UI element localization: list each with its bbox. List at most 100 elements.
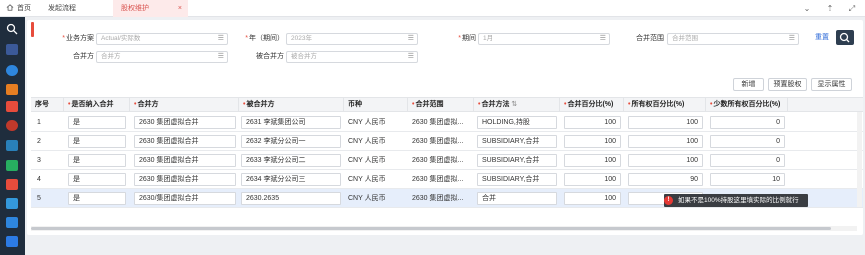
- tab-equity-maintenance[interactable]: 股权维护 ×: [113, 0, 188, 17]
- year-label: *年（期间）: [245, 35, 284, 42]
- error-icon: !: [664, 196, 673, 205]
- cell-ownership-pct[interactable]: 90: [628, 173, 703, 186]
- cell-consol-party[interactable]: 2630 集团虚拟合并: [134, 135, 236, 148]
- cell-ownership-pct[interactable]: 100: [628, 116, 703, 129]
- fullscreen-icon[interactable]: ⤢: [846, 0, 858, 17]
- cell-include[interactable]: 是: [68, 173, 126, 186]
- search-button[interactable]: [836, 30, 854, 45]
- sort-icon: ⇅: [511, 101, 518, 108]
- consol-scope-field[interactable]: 合并范围 ☰: [667, 33, 799, 45]
- col-include[interactable]: •是否纳入合并: [64, 98, 130, 112]
- col-method[interactable]: •合并方法 ⇅: [474, 98, 560, 112]
- table-row[interactable]: 4 是 2630 集团虚拟合并 2634 李斌分公司三 CNY 人民币 2630…: [31, 170, 863, 189]
- cell-consolidated-party[interactable]: 2630.2635: [241, 192, 341, 205]
- col-seq[interactable]: 序号: [31, 98, 64, 112]
- cell-method[interactable]: SUBSIDIARY,合并: [477, 154, 557, 167]
- cell-minority-pct[interactable]: 0: [710, 135, 785, 148]
- cell-consol-pct[interactable]: 100: [564, 154, 621, 167]
- close-icon[interactable]: ×: [178, 0, 182, 17]
- cell-consol-party[interactable]: 2630/集团虚拟合并: [134, 192, 236, 205]
- horizontal-scrollbar[interactable]: [31, 226, 857, 231]
- consolidated-party-field[interactable]: 被合并方 ☰: [286, 51, 418, 63]
- chevron-down-icon[interactable]: ⌄: [801, 0, 813, 17]
- cell-currency: CNY 人民币: [348, 138, 386, 145]
- cell-include[interactable]: 是: [68, 192, 126, 205]
- cell-consolidated-party[interactable]: 2634 李斌分公司三: [241, 173, 341, 186]
- cell-method[interactable]: SUBSIDIARY,合并: [477, 135, 557, 148]
- col-consolidated-party[interactable]: •被合并方: [239, 98, 344, 112]
- leaf-icon[interactable]: [6, 160, 18, 171]
- cell-ownership-pct[interactable]: 100: [628, 154, 703, 167]
- cell-consol-pct[interactable]: 100: [564, 192, 621, 205]
- cell-consol-party[interactable]: 2630 集团虚拟合并: [134, 116, 236, 129]
- grid-icon[interactable]: [6, 101, 18, 112]
- cell-consol-pct[interactable]: 100: [564, 116, 621, 129]
- message-icon[interactable]: [6, 236, 18, 247]
- tab-start-flow[interactable]: 发起流程: [48, 0, 108, 17]
- cell-minority-pct[interactable]: 0: [710, 154, 785, 167]
- briefcase-icon[interactable]: [6, 179, 18, 190]
- col-minority-pct[interactable]: •少数所有权百分比(%): [706, 98, 788, 112]
- chart-icon[interactable]: [6, 84, 18, 95]
- display-properties-button[interactable]: 显示属性: [811, 78, 852, 91]
- list-icon: ☰: [217, 53, 224, 60]
- business-plan-field[interactable]: Actual/实际数 ☰: [96, 33, 228, 45]
- table-row[interactable]: 3 是 2630 集团虚拟合并 2633 李斌分公司二 CNY 人民币 2630…: [31, 151, 863, 170]
- table-row[interactable]: 1 是 2630 集团虚拟合并 2631 李斌集团公司 CNY 人民币 2630…: [31, 113, 863, 132]
- cell-seq: 1: [37, 119, 41, 126]
- cell-include[interactable]: 是: [68, 154, 126, 167]
- cell-include[interactable]: 是: [68, 135, 126, 148]
- list-icon: ☰: [407, 53, 414, 60]
- list-icon: ☰: [407, 35, 414, 42]
- document-icon[interactable]: [6, 140, 18, 151]
- cell-consolidated-party[interactable]: 2633 李斌分公司二: [241, 154, 341, 167]
- cell-consol-party[interactable]: 2630 集团虚拟合并: [134, 154, 236, 167]
- reset-link[interactable]: 重置: [815, 33, 829, 43]
- folder-icon[interactable]: [6, 44, 18, 55]
- tab-bar: 首页 发起流程 股权维护 × ⌄ ⇡ ⤢: [0, 0, 865, 17]
- col-consol-pct[interactable]: •合并百分比(%): [560, 98, 624, 112]
- cell-method[interactable]: 合并: [477, 192, 557, 205]
- consol-party-field[interactable]: 合并方 ☰: [96, 51, 228, 63]
- add-button[interactable]: 新增: [733, 78, 764, 91]
- search-icon[interactable]: [6, 23, 18, 35]
- search-icon: [839, 32, 850, 43]
- cell-include[interactable]: 是: [68, 116, 126, 129]
- tab-home[interactable]: 首页: [6, 0, 46, 17]
- cell-consolidated-party[interactable]: 2632 李斌分公司一: [241, 135, 341, 148]
- cell-method[interactable]: SUBSIDIARY,合并: [477, 173, 557, 186]
- table-row[interactable]: 2 是 2630 集团虚拟合并 2632 李斌分公司一 CNY 人民币 2630…: [31, 132, 863, 151]
- sidebar: [0, 17, 25, 255]
- cell-scope: 2630 集团虚拟...: [412, 157, 464, 164]
- col-ownership-pct[interactable]: •所有权百分比(%): [624, 98, 706, 112]
- year-field[interactable]: 2023年 ☰: [286, 33, 418, 45]
- gear-icon[interactable]: [6, 120, 18, 131]
- cell-consol-pct[interactable]: 100: [564, 135, 621, 148]
- cell-currency: CNY 人民币: [348, 176, 386, 183]
- cell-seq: 2: [37, 138, 41, 145]
- cell-minority-pct[interactable]: 10: [710, 173, 785, 186]
- cell-consol-party[interactable]: 2630 集团虚拟合并: [134, 173, 236, 186]
- period-field[interactable]: 1月 ☰: [478, 33, 610, 45]
- list-icon[interactable]: [6, 198, 18, 209]
- preset-equity-button[interactable]: 预置股权: [768, 78, 807, 91]
- upload-icon[interactable]: ⇡: [824, 0, 836, 17]
- col-currency[interactable]: 币种: [344, 98, 408, 112]
- list-icon: ☰: [599, 35, 606, 42]
- cell-ownership-pct[interactable]: 100: [628, 135, 703, 148]
- vertical-scrollbar[interactable]: [857, 112, 862, 207]
- col-consol-party[interactable]: •合并方: [130, 98, 239, 112]
- tab-active-label: 股权维护: [121, 5, 149, 12]
- consolidated-party-label: 被合并方: [256, 53, 284, 60]
- col-scope[interactable]: •合并范围: [408, 98, 474, 112]
- cell-seq: 5: [37, 195, 41, 202]
- calendar-icon[interactable]: [6, 217, 18, 228]
- cell-minority-pct[interactable]: 0: [710, 116, 785, 129]
- cell-scope: 2630 集团虚拟...: [412, 176, 464, 183]
- scrollbar-thumb[interactable]: [31, 227, 831, 230]
- cell-method[interactable]: HOLDING,持股: [477, 116, 557, 129]
- globe-icon[interactable]: [6, 65, 18, 76]
- cell-consol-pct[interactable]: 100: [564, 173, 621, 186]
- cell-consolidated-party[interactable]: 2631 李斌集团公司: [241, 116, 341, 129]
- home-icon: [6, 4, 14, 11]
